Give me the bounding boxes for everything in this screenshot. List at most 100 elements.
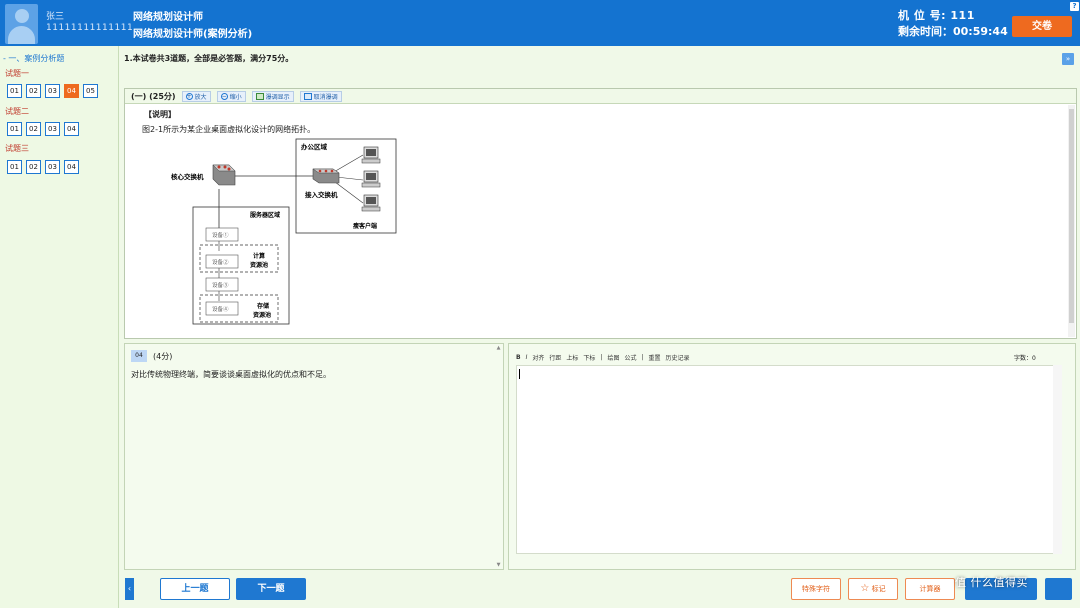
group-label-1: 试题一 (5, 69, 29, 78)
split-view-label: 瀑调显示 (265, 93, 290, 101)
subscript-button[interactable]: 下标 (583, 353, 595, 362)
question-1-1[interactable]: 01 (7, 84, 22, 98)
section-heading: (一) (25分) (131, 91, 176, 101)
question-3-3[interactable]: 03 (45, 160, 60, 174)
subquestion-text: 对比传统物理终端，简要谈谈桌面虚拟化的优点和不足。 (131, 370, 331, 379)
watermark: 值 什么值得买 (955, 576, 1028, 589)
question-content: 【说明】 图2-1所示为某企业桌面虚拟化设计的网络拓扑。 (142, 109, 1042, 135)
collapse-icon[interactable]: » (1062, 53, 1074, 65)
user-avatar (5, 4, 38, 44)
reset-button[interactable]: 重置 (649, 353, 661, 362)
group-1-questions: 01 02 03 04 05 (7, 84, 98, 98)
align-button[interactable]: 对齐 (532, 353, 544, 362)
question-2-2[interactable]: 02 (26, 122, 41, 136)
core-switch-label: 核心交换机 (171, 172, 204, 181)
answer-editor[interactable] (516, 365, 1054, 554)
split-view-button[interactable]: 瀑调显示 (251, 90, 294, 102)
toolbar-divider: | (600, 353, 603, 361)
subquestion-pane: 04 (4分) 对比传统物理终端，简要谈谈桌面虚拟化的优点和不足。 ▲ ▼ (124, 343, 504, 570)
user-id: 11111111111111 (46, 23, 134, 33)
action-button-2[interactable] (1045, 578, 1072, 600)
question-1-4-active[interactable]: 04 (64, 84, 79, 98)
bold-button[interactable]: B (516, 354, 521, 361)
calculator-button[interactable]: 计算器 (905, 578, 955, 600)
access-switch-label: 接入交换机 (305, 190, 338, 199)
next-question-button[interactable]: 下一题 (236, 578, 306, 600)
question-1-2[interactable]: 02 (26, 84, 41, 98)
question-2-1[interactable]: 01 (7, 122, 22, 136)
formula-button[interactable]: 公式 (624, 353, 636, 362)
access-switch-icon (312, 168, 340, 184)
answer-pane: B I 对齐 行距 上标 下标 | 绘图 公式 | 重置 历史记录 字数：0 (508, 343, 1076, 570)
zoom-in-button[interactable]: + 放大 (181, 90, 211, 102)
zoom-out-icon: − (220, 92, 228, 100)
italic-button[interactable]: I (526, 354, 528, 361)
section-title[interactable]: - 一、案例分析题 (3, 53, 64, 64)
superscript-button[interactable]: 上标 (566, 353, 578, 362)
user-name: 张三 (46, 12, 65, 22)
question-description: 图2-1所示为某企业桌面虚拟化设计的网络拓扑。 (142, 125, 316, 134)
question-3-4[interactable]: 04 (64, 160, 79, 174)
line-spacing-button[interactable]: 行距 (549, 353, 561, 362)
question-scrollbar[interactable] (1068, 105, 1075, 337)
cancel-split-icon (303, 92, 312, 100)
seat-number: 机 位 号: 111 (898, 9, 975, 22)
collapse-left-icon[interactable]: ‹ (125, 578, 134, 600)
question-2-3[interactable]: 03 (45, 122, 60, 136)
question-1-5[interactable]: 05 (83, 84, 98, 98)
split-view-icon (255, 92, 264, 100)
toolbar-divider: | (641, 353, 644, 361)
compute-pool-label-2: 资源池 (250, 261, 268, 269)
core-switch-icon (212, 164, 236, 186)
cancel-split-button[interactable]: 取消瀑调 (299, 90, 342, 102)
group-label-3: 试题三 (5, 144, 29, 153)
help-icon[interactable]: ? (1070, 2, 1079, 11)
question-scroll-thumb[interactable] (1069, 109, 1074, 323)
compute-pool-label-1: 计算 (253, 252, 265, 260)
exam-instruction: 1.本试卷共3道题，全部是必答题，满分75分。 (124, 54, 294, 63)
draw-button[interactable]: 绘图 (607, 353, 619, 362)
question-3-2[interactable]: 02 (26, 160, 41, 174)
device1-label: 设备① (212, 231, 229, 239)
exam-subtitle: 网络规划设计师(案例分析) (133, 29, 253, 40)
office-area-label: 办公区域 (301, 142, 328, 151)
mark-button[interactable]: ☆ 标记 (848, 578, 898, 600)
question-3-1[interactable]: 01 (7, 160, 22, 174)
device2-label: 设备② (212, 258, 229, 266)
word-count: 字数：0 (1014, 355, 1036, 362)
zoom-in-label: 放大 (194, 93, 207, 101)
thin-client-icon (361, 194, 381, 212)
thin-client-icon (361, 170, 381, 188)
thin-client-icon (361, 146, 381, 164)
remaining-time: 剩余时间：00:59:44 (898, 25, 1008, 38)
thin-client-label: 瘦客户端 (353, 222, 377, 230)
top-header: 张三 11111111111111 网络规划设计师 网络规划设计师(案例分析) … (0, 0, 1080, 46)
storage-pool-label-1: 存储 (257, 302, 269, 310)
star-icon: ☆ (860, 583, 870, 594)
question-toolbar: (一) (25分) + 放大 − 缩小 瀑调显示 取消瀑调 (125, 89, 1076, 104)
device3-label: 设备③ (212, 281, 229, 289)
subquestion-scrollbar[interactable]: ▲ ▼ (495, 345, 502, 568)
history-button[interactable]: 历史记录 (666, 353, 690, 362)
storage-pool-label-2: 资源池 (253, 311, 271, 319)
zoom-out-button[interactable]: − 缩小 (216, 90, 246, 102)
scroll-up-icon[interactable]: ▲ (495, 345, 502, 351)
special-chars-button[interactable]: 特殊字符 (791, 578, 841, 600)
mark-label: 标记 (871, 585, 886, 593)
cancel-split-label: 取消瀑调 (313, 93, 338, 101)
submit-exam-button[interactable]: 交卷 (1012, 16, 1072, 37)
prev-question-button[interactable]: 上一题 (160, 578, 230, 600)
avatar-body (8, 26, 35, 44)
editor-scrollbar[interactable] (1053, 365, 1062, 554)
network-topology-figure: 核心交换机 办公区域 接入交换机 瘦客户端 服务器区域 设备① 设备② 设备③ … (149, 137, 401, 331)
group-3-questions: 01 02 03 04 (7, 160, 79, 174)
scroll-down-icon[interactable]: ▼ (495, 562, 502, 568)
question-1-3[interactable]: 03 (45, 84, 60, 98)
server-area-label: 服务器区域 (250, 211, 280, 219)
question-sidebar: - 一、案例分析题 试题一 01 02 03 04 05 试题二 01 02 0… (0, 46, 119, 608)
zoom-out-label: 缩小 (229, 93, 242, 101)
text-caret (519, 369, 520, 379)
editor-toolbar: B I 对齐 行距 上标 下标 | 绘图 公式 | 重置 历史记录 (516, 351, 1064, 363)
group-label-2: 试题二 (5, 107, 29, 116)
question-2-4[interactable]: 04 (64, 122, 79, 136)
